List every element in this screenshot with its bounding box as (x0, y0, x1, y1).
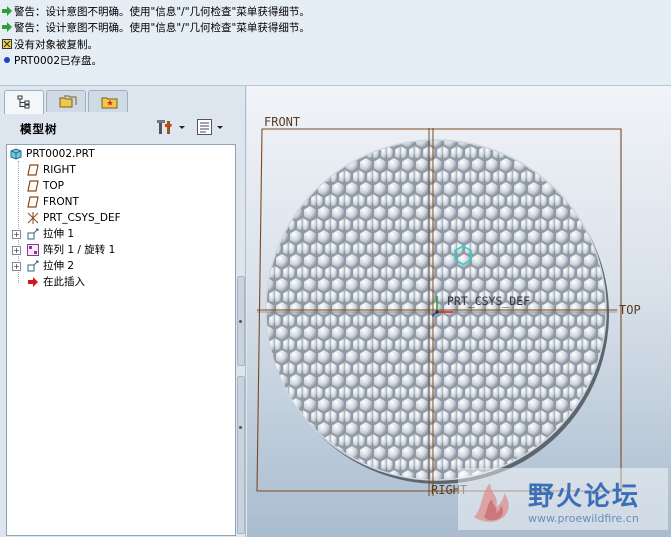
extrude-icon (27, 228, 39, 240)
green-arrow-icon (2, 6, 12, 16)
watermark: 野火论坛 www.proewildfire.cn (458, 468, 668, 530)
tab-model-tree[interactable] (4, 90, 44, 114)
part-icon (10, 148, 22, 160)
message-line: 警告：设计意图不明确。使用"信息"/"几何检查"菜单获得细节。 (2, 20, 310, 36)
folder-browser-tab-icon (59, 95, 77, 108)
datum-plane-icon (27, 180, 39, 192)
tree-item-csys[interactable]: PRT_CSYS_DEF (27, 210, 121, 226)
show-icon (197, 119, 223, 135)
extrude-icon (27, 260, 39, 272)
model-tree: PRT0002.PRT RIGHT TOP FRONT PRT_CSYS_DEF… (6, 144, 236, 536)
warning-box-icon (2, 38, 12, 49)
tree-item-right[interactable]: RIGHT (27, 162, 76, 178)
message-line: PRT0002已存盘。 (2, 53, 102, 69)
expand-toggle[interactable]: + (12, 230, 21, 239)
expand-toggle[interactable]: + (12, 246, 21, 255)
panel-splitter[interactable] (237, 276, 245, 536)
tree-item-extrude-2[interactable]: 拉伸 2 (27, 258, 74, 274)
front-datum-label: FRONT (264, 115, 301, 129)
navigator-panel: 模型树 PRT0002.PRT RIGHT TOP FRONT PRT_CSYS… (0, 86, 246, 537)
model-tree-tab-icon (17, 95, 30, 109)
watermark-logo-icon (474, 483, 509, 522)
tree-item-insert-here[interactable]: 在此插入 (27, 274, 85, 290)
settings-icon (157, 120, 185, 134)
message-line: 没有对象被复制。 (2, 37, 98, 53)
tab-folder-browser[interactable] (46, 90, 86, 112)
show-button[interactable] (196, 117, 230, 137)
csys-label: PRT_CSYS_DEF (447, 294, 531, 308)
tab-favorites[interactable] (88, 90, 128, 112)
green-arrow-icon (2, 22, 12, 32)
blue-dot-icon (4, 57, 10, 63)
datum-plane-icon (27, 164, 39, 176)
pattern-icon (27, 244, 39, 256)
watermark-url: www.proewildfire.cn (528, 512, 639, 525)
tree-item-front[interactable]: FRONT (27, 194, 79, 210)
message-area: 警告：设计意图不明确。使用"信息"/"几何检查"菜单获得细节。 警告：设计意图不… (0, 0, 671, 86)
tree-item-pattern-1[interactable]: 阵列 1 / 旋转 1 (27, 242, 115, 258)
message-line: 警告：设计意图不明确。使用"信息"/"几何检查"菜单获得细节。 (2, 4, 310, 20)
csys-icon (27, 212, 39, 224)
tree-item-top[interactable]: TOP (27, 178, 64, 194)
favorites-tab-icon (101, 97, 118, 109)
tree-item-extrude-1[interactable]: 拉伸 1 (27, 226, 74, 242)
model-tree-title: 模型树 (20, 122, 58, 136)
tree-root[interactable]: PRT0002.PRT (10, 146, 95, 162)
datum-plane-icon (27, 196, 39, 208)
splitter-handle-lower[interactable] (237, 376, 245, 534)
settings-button[interactable] (156, 117, 192, 137)
expand-toggle[interactable]: + (12, 262, 21, 271)
top-datum-label: TOP (619, 303, 641, 317)
insert-here-icon (28, 277, 38, 287)
watermark-title: 野火论坛 (528, 482, 641, 512)
